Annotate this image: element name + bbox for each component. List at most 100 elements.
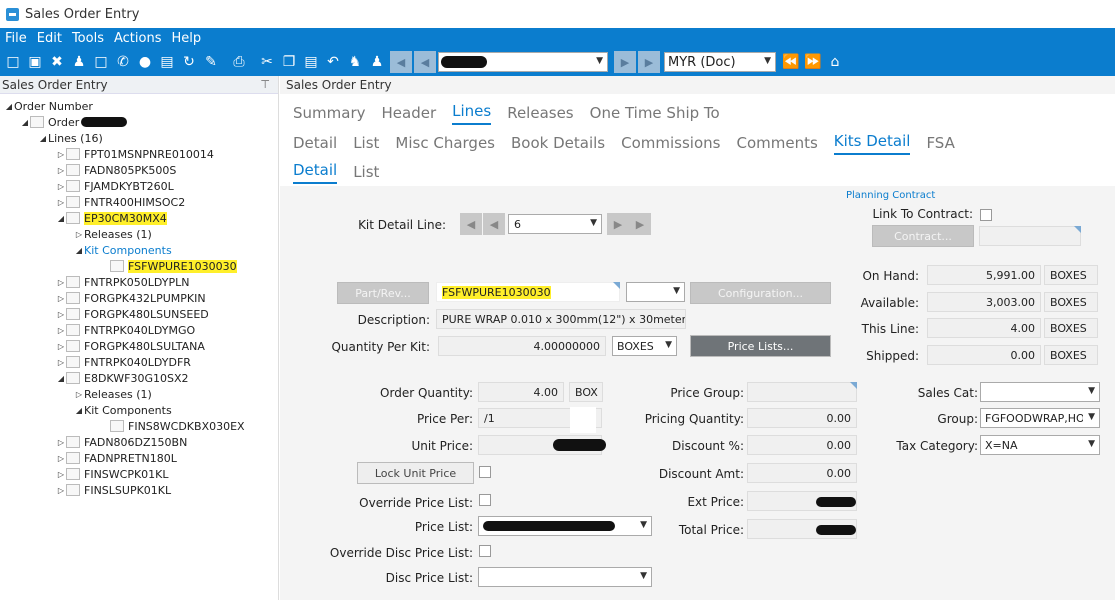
collapsed-icon[interactable]: ▷: [56, 278, 66, 287]
back-icon[interactable]: ⏪: [780, 51, 802, 73]
expanded-icon[interactable]: ◢: [74, 406, 84, 415]
lock-unit-price-checkbox[interactable]: [479, 466, 491, 478]
contract-button[interactable]: Contract...: [872, 225, 974, 247]
last-record-icon[interactable]: ▶: [638, 51, 660, 73]
home-icon[interactable]: ⌂: [824, 51, 846, 73]
expanded-icon[interactable]: ◢: [56, 214, 66, 223]
tree-line-item[interactable]: ▷ FNTR400HIMSOC2: [56, 194, 185, 210]
tree-line-item[interactable]: ▷ FNTRPK040LDYDFR: [56, 354, 191, 370]
collapsed-icon[interactable]: ▷: [56, 310, 66, 319]
save-icon[interactable]: ▣: [24, 51, 46, 73]
tree-lines[interactable]: ◢ Lines (16): [38, 130, 103, 146]
new-icon[interactable]: □: [2, 51, 24, 73]
tree-order[interactable]: ◢ Order: [20, 114, 128, 130]
tree-kit-component[interactable]: FINS8WCDKBX030EX: [110, 418, 245, 434]
tab-detail[interactable]: Detail: [293, 134, 337, 155]
chat-icon[interactable]: ●: [134, 51, 156, 73]
quantity-per-kit-field[interactable]: 4.00000000: [438, 336, 606, 356]
currency-selector[interactable]: MYR (Doc) ▼: [664, 52, 776, 72]
forward-icon[interactable]: ⏩: [802, 51, 824, 73]
undo-icon[interactable]: ↶: [322, 51, 344, 73]
revision-selector[interactable]: ▼: [626, 282, 685, 302]
menu-actions[interactable]: Actions: [109, 31, 167, 46]
first-record-icon[interactable]: ◀: [390, 51, 412, 73]
contract-field[interactable]: [979, 226, 1081, 246]
tab-list[interactable]: List: [353, 134, 379, 155]
tree-line-item-selected[interactable]: ◢ EP30CM30MX4: [56, 210, 167, 226]
configuration-button[interactable]: Configuration...: [690, 282, 831, 304]
tree-kit-components[interactable]: ◢ Kit Components: [74, 402, 172, 418]
tree-line-item[interactable]: ▷ FINSLSUPK01KL: [56, 482, 171, 498]
tab-header[interactable]: Header: [382, 104, 437, 125]
tree-line-item[interactable]: ▷ FORGPK432LPUMPKIN: [56, 290, 206, 306]
customer-icon[interactable]: ♟: [68, 51, 90, 73]
collapsed-icon[interactable]: ▷: [74, 230, 84, 239]
collapsed-icon[interactable]: ▷: [74, 390, 84, 399]
note-icon[interactable]: □: [90, 51, 112, 73]
part-rev-button[interactable]: Part/Rev...: [337, 282, 429, 304]
print-icon[interactable]: ⎙: [228, 51, 250, 73]
menu-help[interactable]: Help: [166, 31, 206, 46]
collapsed-icon[interactable]: ▷: [56, 438, 66, 447]
tab-fsa[interactable]: FSA: [926, 134, 954, 155]
tab-one-time-ship-to[interactable]: One Time Ship To: [590, 104, 720, 125]
collapsed-icon[interactable]: ▷: [56, 166, 66, 175]
people-icon[interactable]: ♟: [366, 51, 388, 73]
tab-commissions[interactable]: Commissions: [621, 134, 720, 155]
phone-icon[interactable]: ✆: [112, 51, 134, 73]
next-record-icon[interactable]: ▶: [614, 51, 636, 73]
tree-line-item[interactable]: ▷ FNTRPK040LDYMGO: [56, 322, 195, 338]
expanded-icon[interactable]: ◢: [74, 246, 84, 255]
expanded-icon[interactable]: ◢: [4, 102, 14, 111]
tree-releases[interactable]: ▷ Releases (1): [74, 386, 152, 402]
link-to-contract-checkbox[interactable]: [980, 209, 992, 221]
tab-comments[interactable]: Comments: [736, 134, 817, 155]
tree-line-item[interactable]: ▷ FADN805PK500S: [56, 162, 176, 178]
menu-file[interactable]: File: [0, 31, 32, 46]
tab-kits-detail[interactable]: Kits Detail: [833, 132, 911, 155]
override-disc-price-list-checkbox[interactable]: [479, 545, 491, 557]
tree-line-item[interactable]: ▷ FNTRPK050LDYPLN: [56, 274, 190, 290]
order-quantity-field[interactable]: 4.00: [478, 382, 564, 402]
sales-cat-selector[interactable]: ▼: [980, 382, 1100, 402]
tax-category-selector[interactable]: X=NA ▼: [980, 435, 1100, 455]
tab-lines[interactable]: Lines: [452, 102, 492, 125]
tab-misc-charges[interactable]: Misc Charges: [395, 134, 495, 155]
refresh-icon[interactable]: ↻: [178, 51, 200, 73]
tree-line-item[interactable]: ▷ FORGPK480LSUNSEED: [56, 306, 209, 322]
override-price-list-checkbox[interactable]: [479, 494, 491, 506]
collapsed-icon[interactable]: ▷: [56, 150, 66, 159]
tree-kit-component[interactable]: FSFWPURE1030030: [110, 258, 237, 274]
tab-kit-list[interactable]: List: [353, 163, 379, 184]
attachment-icon[interactable]: ▤: [156, 51, 178, 73]
collapsed-icon[interactable]: ▷: [56, 358, 66, 367]
collapsed-icon[interactable]: ▷: [56, 342, 66, 351]
tree-line-item[interactable]: ▷ FADNPRETN180L: [56, 450, 177, 466]
price-group-field[interactable]: [747, 382, 857, 402]
expanded-icon[interactable]: ◢: [20, 118, 30, 127]
collapsed-icon[interactable]: ▷: [56, 326, 66, 335]
next-kit-line-icon[interactable]: ▶: [607, 213, 629, 235]
tree-releases[interactable]: ▷ Releases (1): [74, 226, 152, 242]
kit-detail-line-selector[interactable]: 6 ▼: [508, 214, 602, 234]
first-kit-line-icon[interactable]: ◀: [460, 213, 482, 235]
hierarchy-icon[interactable]: ♞: [344, 51, 366, 73]
quantity-per-kit-uom[interactable]: BOXES ▼: [612, 336, 677, 356]
discount-percent-field[interactable]: 0.00: [747, 435, 857, 455]
tree-kit-components[interactable]: ◢ Kit Components: [74, 242, 172, 258]
expanded-icon[interactable]: ◢: [56, 374, 66, 383]
tree-root[interactable]: ◢ Order Number: [4, 98, 93, 114]
tree-line-item[interactable]: ▷ FPT01MSNPNRE010014: [56, 146, 214, 162]
collapsed-icon[interactable]: ▷: [56, 486, 66, 495]
menu-tools[interactable]: Tools: [67, 31, 109, 46]
price-list-selector[interactable]: ▼: [478, 516, 652, 536]
disc-price-list-selector[interactable]: ▼: [478, 567, 652, 587]
last-kit-line-icon[interactable]: ▶: [629, 213, 651, 235]
previous-record-icon[interactable]: ◀: [414, 51, 436, 73]
tree-line-item[interactable]: ▷ FORGPK480LSULTANA: [56, 338, 205, 354]
collapsed-icon[interactable]: ▷: [56, 470, 66, 479]
price-lists-button[interactable]: Price Lists...: [690, 335, 831, 357]
tree-line-item[interactable]: ▷ FINSWCPK01KL: [56, 466, 169, 482]
cut-icon[interactable]: ✂: [256, 51, 278, 73]
collapsed-icon[interactable]: ▷: [56, 198, 66, 207]
